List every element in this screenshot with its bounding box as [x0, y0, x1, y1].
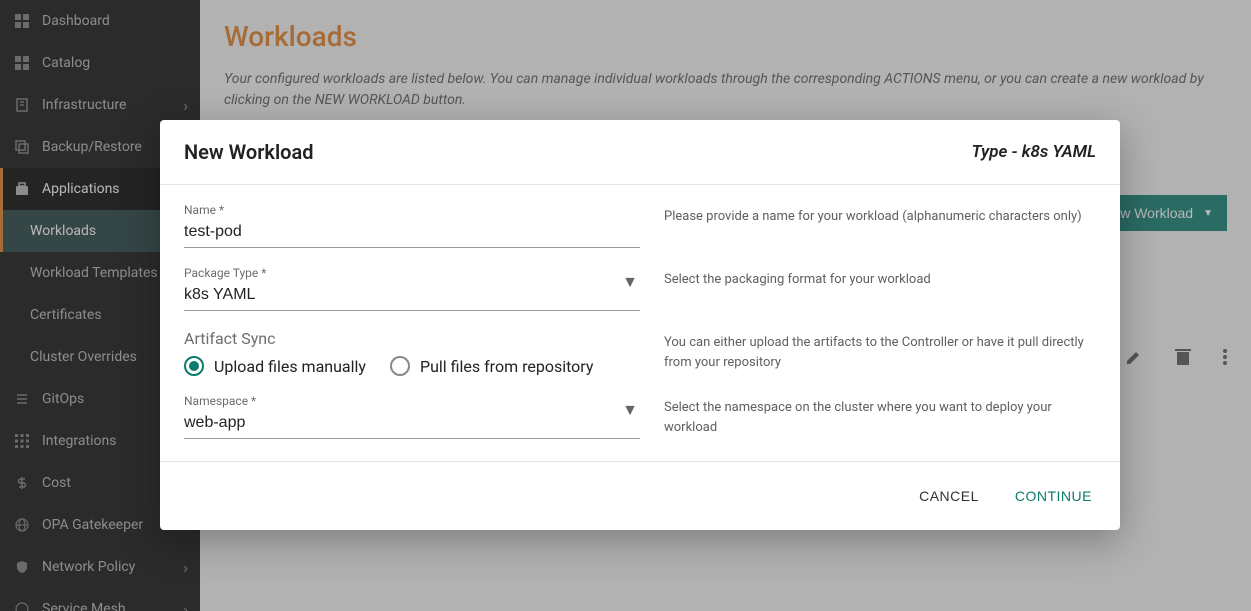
package-type-select[interactable]: [184, 282, 640, 311]
modal-body: Name * Please provide a name for your wo…: [160, 185, 1120, 461]
artifact-sync-help-text: You can either upload the artifacts to t…: [664, 329, 1096, 376]
cancel-button[interactable]: CANCEL: [915, 482, 983, 510]
modal-header: New Workload Type - k8s YAML: [160, 120, 1120, 185]
radio-checked-icon: [184, 356, 204, 376]
modal-footer: CANCEL CONTINUE: [160, 461, 1120, 530]
package-type-label: Package Type *: [184, 266, 640, 280]
package-type-help-text: Select the packaging format for your wor…: [664, 266, 1096, 311]
radio-label: Pull files from repository: [420, 357, 593, 376]
modal-title: New Workload: [184, 140, 314, 164]
continue-button[interactable]: CONTINUE: [1011, 482, 1096, 510]
new-workload-modal: New Workload Type - k8s YAML Name * Plea…: [160, 120, 1120, 530]
namespace-help-text: Select the namespace on the cluster wher…: [664, 394, 1096, 439]
modal-type-label: Type - k8s YAML: [972, 142, 1096, 162]
name-help-text: Please provide a name for your workload …: [664, 203, 1096, 248]
artifact-sync-upload-radio[interactable]: Upload files manually: [184, 356, 366, 376]
name-input[interactable]: [184, 219, 640, 248]
artifact-sync-pull-radio[interactable]: Pull files from repository: [390, 356, 593, 376]
artifact-sync-title: Artifact Sync: [184, 329, 640, 348]
namespace-label: Namespace *: [184, 394, 640, 408]
namespace-select[interactable]: [184, 410, 640, 439]
radio-label: Upload files manually: [214, 357, 366, 376]
name-field-label: Name *: [184, 203, 640, 217]
radio-unchecked-icon: [390, 356, 410, 376]
